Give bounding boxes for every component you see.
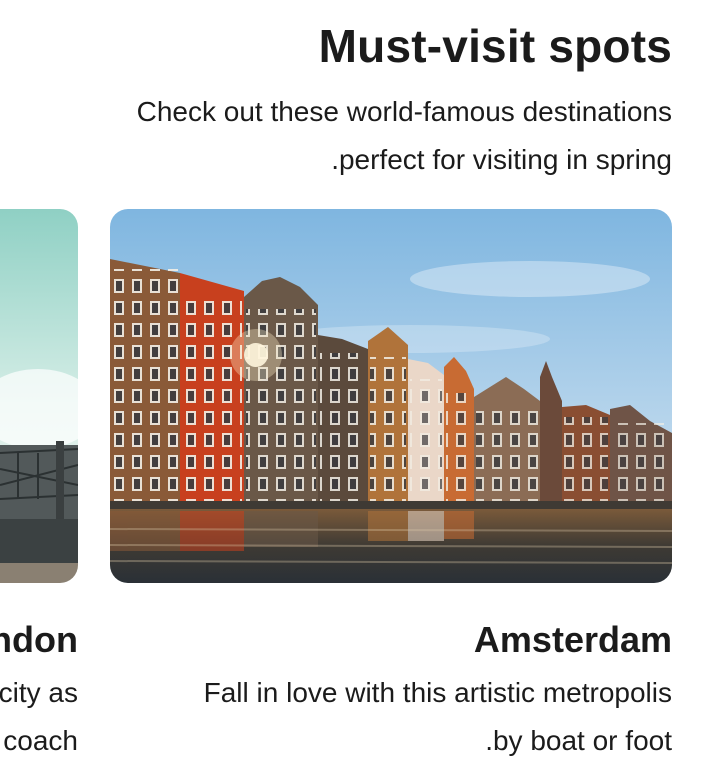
destination-name-london: London (0, 619, 78, 660)
amsterdam-photo (110, 209, 672, 583)
destination-image-london[interactable] (0, 209, 78, 583)
destination-card-clip: London Explore the city as a local by co… (0, 209, 78, 784)
destination-desc-amsterdam: Fall in love with this artistic metropol… (110, 669, 672, 765)
destination-desc-london-line-1: Explore the city as (0, 677, 78, 708)
page: Must-visit spots Check out these world-f… (0, 0, 720, 784)
destination-desc-amsterdam-line-1: Fall in love with this artistic metropol… (203, 677, 672, 708)
destination-card-amsterdam[interactable]: Amsterdam Fall in love with this artisti… (110, 209, 672, 784)
london-photo (0, 209, 78, 583)
destination-desc-london: Explore the city as a local by coach (0, 669, 78, 765)
subtitle-line-2: .perfect for visiting in spring (331, 144, 672, 175)
destination-name-amsterdam: Amsterdam (473, 619, 672, 660)
subtitle-line-1: Check out these world-famous destination… (136, 96, 672, 127)
destination-desc-amsterdam-line-2: .by boat or foot (485, 725, 672, 756)
section-header: Must-visit spots Check out these world-f… (32, 16, 672, 184)
section-title: Must-visit spots (318, 20, 672, 72)
section-subtitle: Check out these world-famous destination… (32, 88, 672, 184)
destinations-carousel[interactable]: London Explore the city as a local by co… (0, 209, 720, 784)
destination-desc-london-line-2: a local by coach (0, 725, 78, 756)
destination-image-amsterdam[interactable] (110, 209, 672, 583)
destination-card-london[interactable]: London Explore the city as a local by co… (0, 209, 78, 784)
